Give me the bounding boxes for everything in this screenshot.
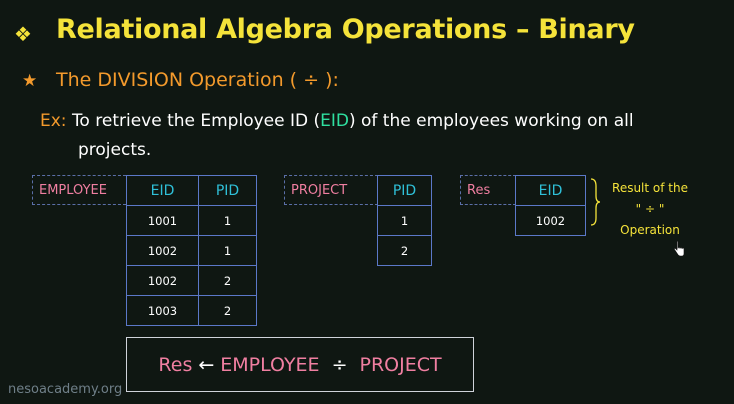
formula-left-relation: EMPLOYEE xyxy=(220,353,320,376)
table-cell: 1002 xyxy=(126,235,199,266)
division-formula: Res ← EMPLOYEE ÷ PROJECT xyxy=(126,337,474,392)
slide-subtitle: The DIVISION Operation ( ÷ ): xyxy=(56,69,339,91)
result-table: EID 1002 xyxy=(515,175,586,236)
table-row: 1002 1 xyxy=(126,235,257,266)
result-note-line3: Operation xyxy=(620,223,680,237)
column-header: PID xyxy=(377,175,432,206)
result-relation-name: Res xyxy=(460,175,516,205)
employee-relation-name: EMPLOYEE xyxy=(32,175,126,205)
table-row: 1002 2 xyxy=(126,265,257,296)
curly-brace-icon xyxy=(590,178,600,226)
table-row: 1001 1 xyxy=(126,205,257,236)
table-cell: 1 xyxy=(198,205,257,236)
star-bullet-icon: ★ xyxy=(22,71,38,91)
example-label: Ex: xyxy=(40,111,67,131)
example-text-before: To retrieve the Employee ID ( xyxy=(71,111,321,131)
result-note: Result of the " ÷ " Operation xyxy=(604,178,696,241)
table-cell: 2 xyxy=(198,295,257,326)
example-text-line2: projects. xyxy=(78,140,152,160)
column-header: PID xyxy=(198,175,257,206)
formula-assign-arrow: ← xyxy=(198,353,215,376)
table-cell: 1002 xyxy=(515,205,586,236)
formula-division-operator: ÷ xyxy=(331,353,348,376)
table-row: 1 xyxy=(377,205,432,236)
result-note-line2: " ÷ " xyxy=(635,202,665,216)
result-note-line1: Result of the xyxy=(612,181,688,195)
formula-result: Res xyxy=(158,353,193,376)
column-header: EID xyxy=(515,175,586,206)
project-table: PID 1 2 xyxy=(377,175,432,266)
table-cell: 2 xyxy=(198,265,257,296)
table-row: 1003 2 xyxy=(126,295,257,326)
employee-table: EID PID 1001 1 1002 1 1002 2 1003 2 xyxy=(126,175,257,326)
table-cell: 1 xyxy=(198,235,257,266)
formula-right-relation: PROJECT xyxy=(359,353,442,376)
example-text-after: ) of the employees working on all xyxy=(348,111,634,131)
table-cell: 1 xyxy=(377,205,432,236)
hand-cursor-icon xyxy=(674,241,685,257)
example-text: Ex: To retrieve the Employee ID (EID) of… xyxy=(40,111,634,131)
table-cell: 2 xyxy=(377,235,432,266)
column-header: EID xyxy=(126,175,199,206)
table-cell: 1001 xyxy=(126,205,199,236)
title-bullet-icon: ❖ xyxy=(14,22,32,46)
watermark: nesoacademy.org xyxy=(8,382,123,397)
table-row: 1002 xyxy=(515,205,586,236)
example-highlight: EID xyxy=(320,111,349,131)
table-cell: 1002 xyxy=(126,265,199,296)
table-cell: 1003 xyxy=(126,295,199,326)
table-row: 2 xyxy=(377,235,432,266)
slide-title: Relational Algebra Operations – Binary xyxy=(56,14,635,45)
project-relation-name: PROJECT xyxy=(284,175,378,205)
